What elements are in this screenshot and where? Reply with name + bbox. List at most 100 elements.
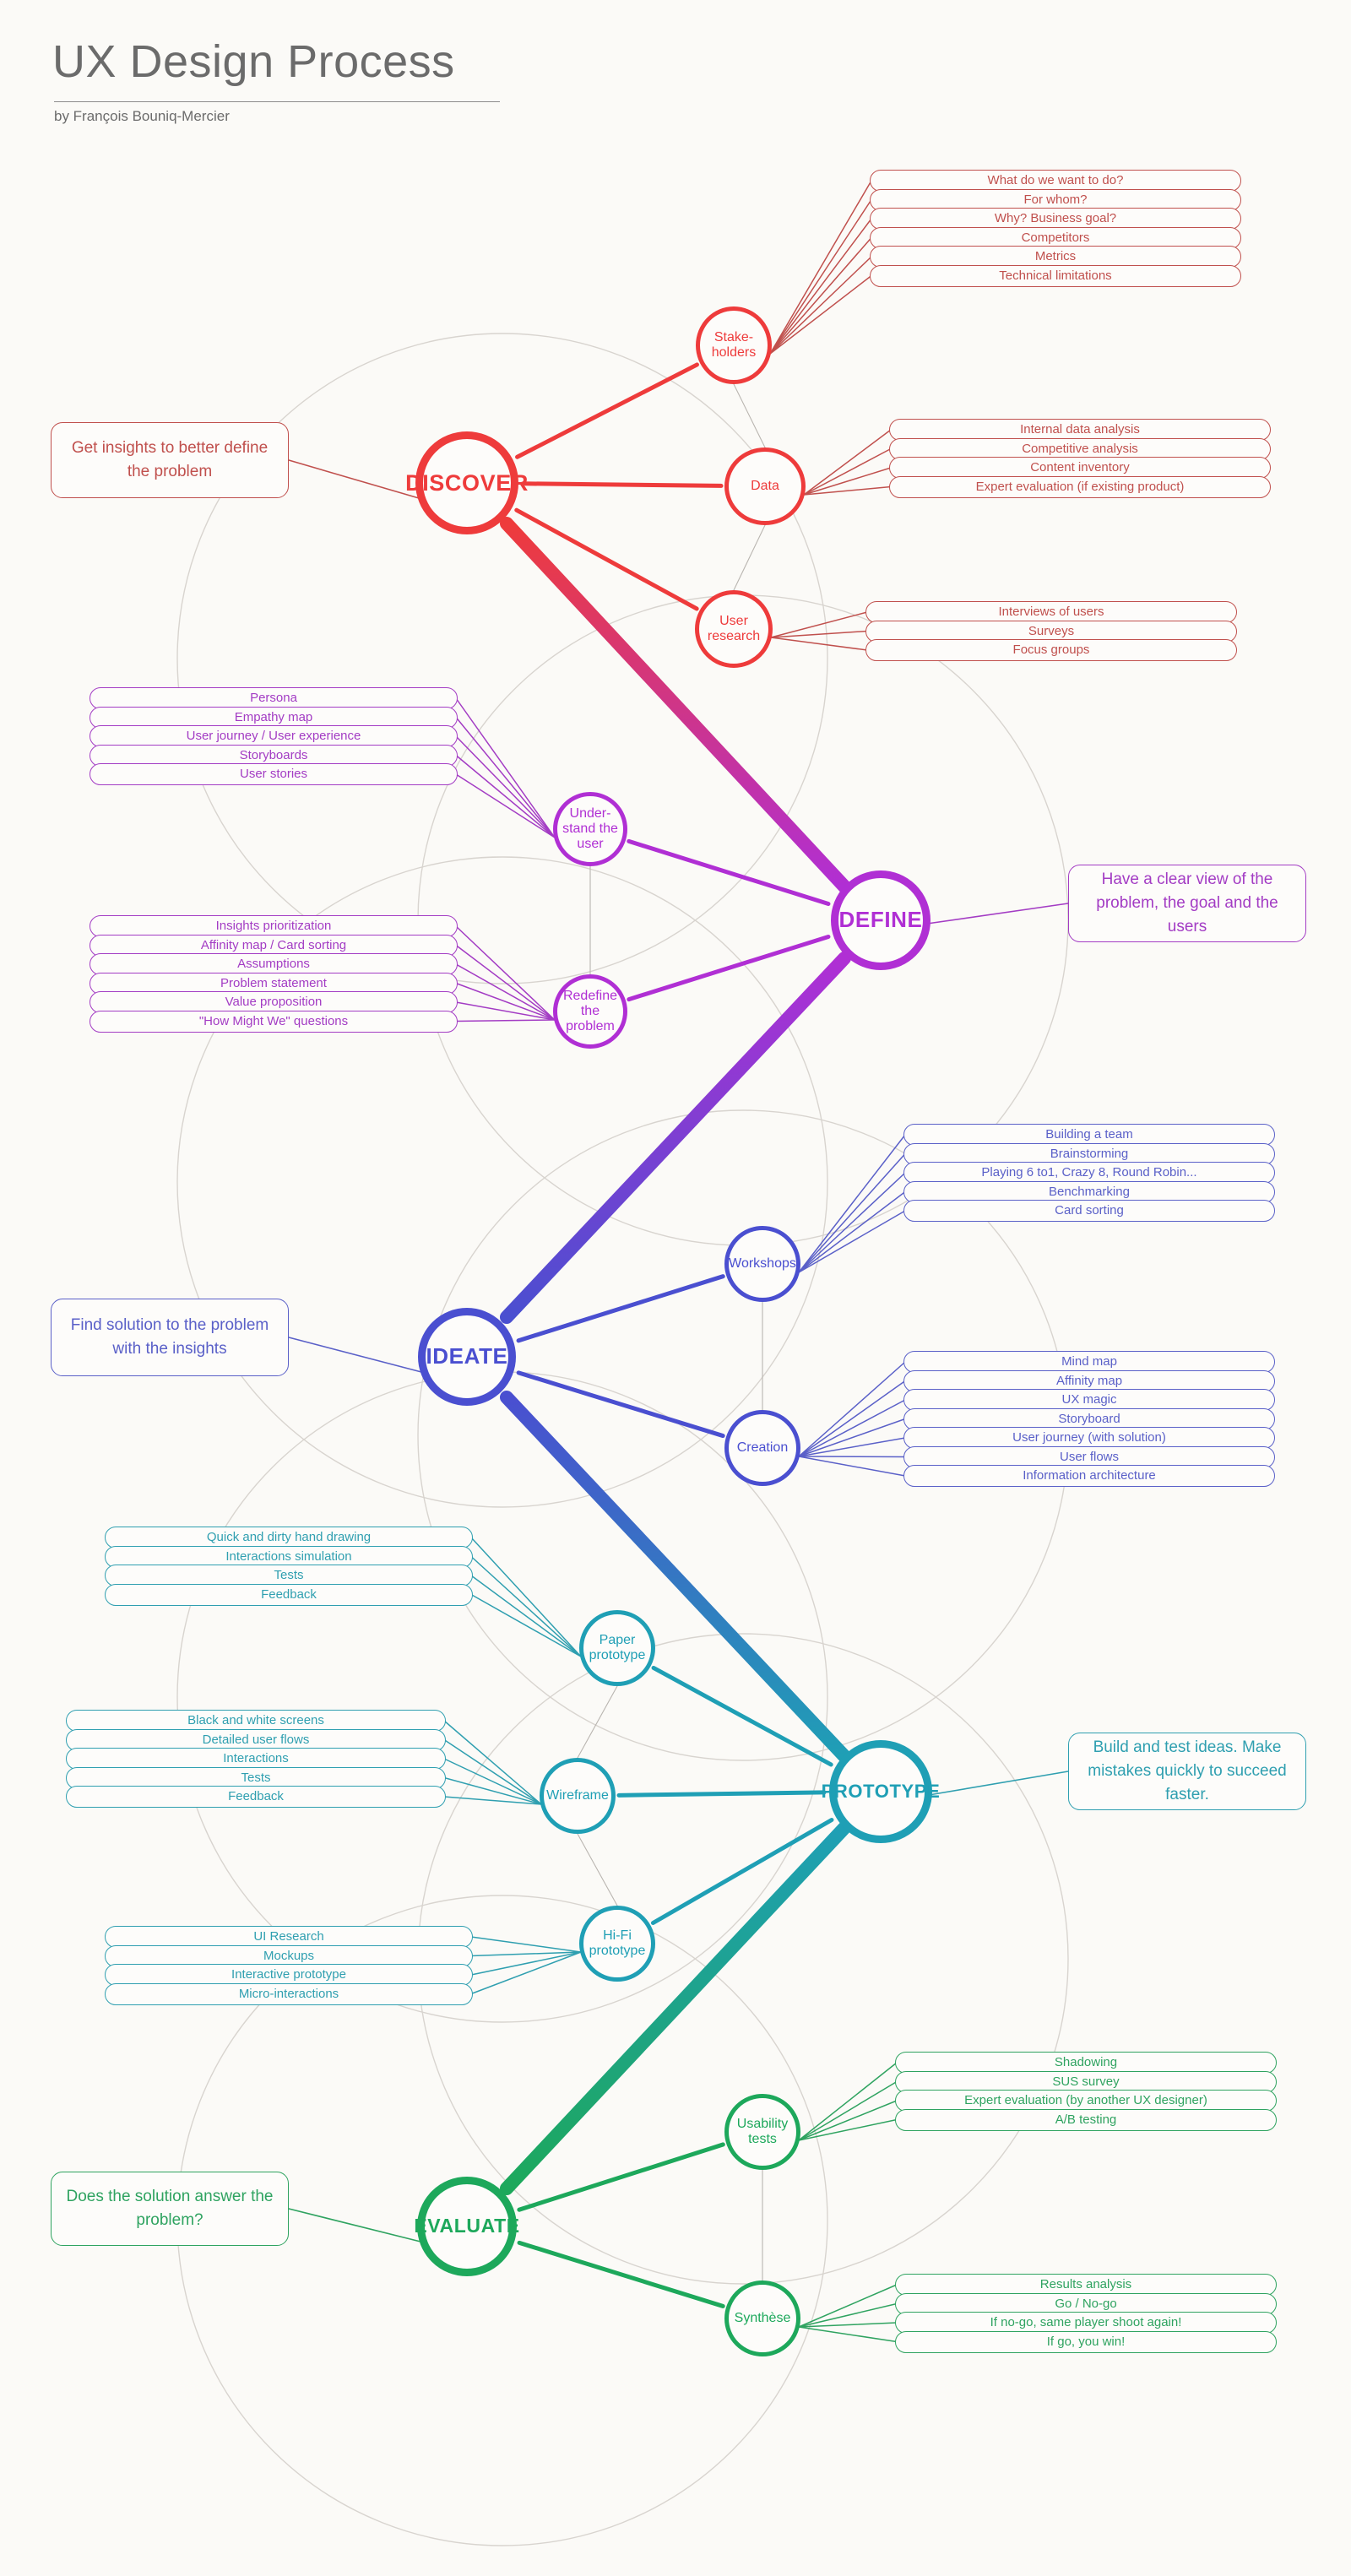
leaf-leader — [470, 1575, 582, 1657]
branch-spoke — [515, 362, 699, 459]
leaf-leader — [455, 735, 556, 838]
branch-spoke — [627, 934, 831, 1002]
branch-node-evaluate-0[interactable]: Usability tests — [724, 2094, 800, 2170]
leaf-pill-label: Internal data analysis — [1020, 422, 1140, 437]
branch-node-label: Redefine the problem — [562, 989, 618, 1033]
leaf-pill-label: Go / No-go — [1055, 2296, 1117, 2311]
leaf-leader — [455, 982, 556, 1021]
callout-leader — [288, 459, 420, 499]
infographic-canvas: UX Design Process by François Bouniq-Mer… — [0, 0, 1351, 2576]
stage-callout-text: Have a clear view of the problem, the go… — [1096, 870, 1278, 935]
leaf-leader — [798, 1361, 906, 1457]
leaf-pill[interactable]: A/B testing — [895, 2108, 1277, 2131]
stage-node-label: IDEATE — [426, 1343, 508, 1369]
leaf-pill-label: What do we want to do? — [987, 173, 1124, 187]
sub-node-link — [577, 1833, 618, 1906]
leaf-pill-label: Storyboards — [239, 747, 308, 762]
leaf-pill-label: Shadowing — [1054, 2055, 1118, 2069]
leaf-pill-label: Focus groups — [1012, 643, 1090, 657]
branch-connectors — [288, 180, 1069, 2343]
stage-callout-prototype: Build and test ideas. Make mistakes quic… — [1068, 1733, 1306, 1810]
leaf-pill-label: A/B testing — [1055, 2112, 1117, 2127]
leaf-pill-label: Feedback — [228, 1789, 284, 1803]
branch-node-define-1[interactable]: Redefine the problem — [553, 974, 627, 1049]
leaf-pill-label: Playing 6 to1, Crazy 8, Round Robin... — [981, 1165, 1197, 1180]
branch-node-label: Hi-Fi prototype — [589, 1928, 646, 1958]
title-divider — [54, 101, 500, 102]
leaf-pill-label: "How Might We" questions — [198, 1013, 349, 1028]
branch-node-prototype-2[interactable]: Hi-Fi prototype — [579, 1906, 655, 1982]
leaf-leader — [798, 1152, 906, 1273]
branch-node-ideate-0[interactable]: Workshops — [724, 1226, 800, 1302]
branch-spoke — [516, 1370, 725, 1439]
leaf-pill-label: Black and white screens — [187, 1713, 324, 1727]
process-spine — [500, 517, 851, 2195]
branch-node-evaluate-1[interactable]: Synthèse — [724, 2280, 800, 2356]
leaf-leader — [443, 1738, 542, 1805]
leaf-pill[interactable]: If go, you win! — [895, 2330, 1277, 2353]
branch-node-label: Paper prototype — [589, 1633, 646, 1662]
leaf-pill[interactable]: Focus groups — [865, 639, 1237, 661]
branch-node-ideate-1[interactable]: Creation — [724, 1410, 800, 1486]
branch-node-label: Data — [751, 479, 779, 494]
branch-node-discover-0[interactable]: Stake-holders — [696, 306, 772, 384]
leaf-pill[interactable]: Information architecture — [903, 1465, 1275, 1487]
branch-node-label: Synthèse — [734, 2311, 791, 2326]
branch-node-label: Stake-holders — [711, 330, 757, 360]
leaf-pill-label: Content inventory — [1030, 460, 1130, 475]
leaf-pill-label: For whom? — [1023, 192, 1088, 207]
branch-spoke — [517, 2142, 725, 2212]
stage-callout-evaluate: Does the solution answer the problem? — [51, 2172, 289, 2246]
leaf-pill-label: Competitive analysis — [1022, 441, 1138, 456]
branch-node-prototype-0[interactable]: Paper prototype — [579, 1610, 655, 1686]
leaf-pill-label: If go, you win! — [1046, 2334, 1126, 2349]
branch-node-define-0[interactable]: Under-stand the user — [553, 792, 627, 866]
leaf-pill[interactable]: Expert evaluation (if existing product) — [889, 475, 1271, 498]
leaf-pill[interactable]: Micro-interactions — [105, 1982, 473, 2005]
leaf-pill[interactable]: User stories — [90, 763, 458, 785]
leaf-leader — [769, 180, 872, 355]
leaf-pill-label: User journey / User experience — [186, 729, 361, 743]
leaf-pill-label: UI Research — [253, 1929, 324, 1944]
stage-callout-ideate: Find solution to the problem with the in… — [51, 1299, 289, 1376]
leaf-leader — [798, 1437, 906, 1457]
stage-node-discover[interactable]: DISCOVER — [405, 431, 528, 534]
leaf-leader — [798, 2118, 898, 2141]
leaf-pill[interactable]: Feedback — [66, 1786, 446, 1808]
leaf-pill-label: Interactive prototype — [231, 1967, 346, 1982]
branch-spoke — [521, 481, 724, 488]
leaf-leader — [798, 1172, 906, 1273]
sub-node-link — [733, 383, 766, 448]
sub-node-link — [733, 524, 766, 591]
stage-node-prototype[interactable]: PROTOTYPE — [822, 1740, 940, 1843]
branch-node-discover-1[interactable]: Data — [724, 447, 806, 525]
leaf-leader — [769, 274, 872, 355]
branch-node-label: Usability tests — [736, 2117, 789, 2146]
stage-node-define[interactable]: DEFINE — [831, 870, 931, 970]
leaf-pill[interactable]: Feedback — [105, 1583, 473, 1606]
branch-spoke — [616, 1790, 827, 1798]
leaf-leader — [798, 1418, 906, 1457]
leaf-pill-label: Feedback — [261, 1586, 317, 1602]
leaf-pill-label: Competitors — [1021, 230, 1090, 245]
leaf-leader — [769, 198, 872, 355]
leaf-pill-label: Results analysis — [1039, 2277, 1132, 2291]
leaf-leader — [798, 2100, 898, 2141]
leaf-pill[interactable]: "How Might We" questions — [90, 1010, 458, 1033]
stage-node-evaluate[interactable]: EVALUATE — [414, 2177, 519, 2276]
leaf-pill[interactable]: Card sorting — [903, 1200, 1275, 1222]
leaf-leader — [798, 1210, 906, 1273]
leaf-pill-label: User stories — [239, 767, 308, 781]
byline: by François Bouniq-Mercier — [54, 108, 230, 124]
leaf-pill-label: Detailed user flows — [202, 1732, 310, 1747]
stage-node-label: DEFINE — [838, 907, 923, 933]
leaf-leader — [455, 716, 556, 838]
stage-callout-text: Build and test ideas. Make mistakes quic… — [1088, 1738, 1287, 1803]
leaf-pill-label: User flows — [1059, 1449, 1119, 1464]
leaf-pill-label: Micro-interactions — [238, 1986, 339, 2001]
branch-node-discover-2[interactable]: User research — [695, 590, 773, 668]
leaf-pill-label: Mind map — [1061, 1354, 1117, 1369]
branch-node-prototype-1[interactable]: Wireframe — [540, 1758, 616, 1834]
leaf-pill[interactable]: Technical limitations — [870, 264, 1241, 287]
stage-node-ideate[interactable]: IDEATE — [418, 1308, 516, 1406]
